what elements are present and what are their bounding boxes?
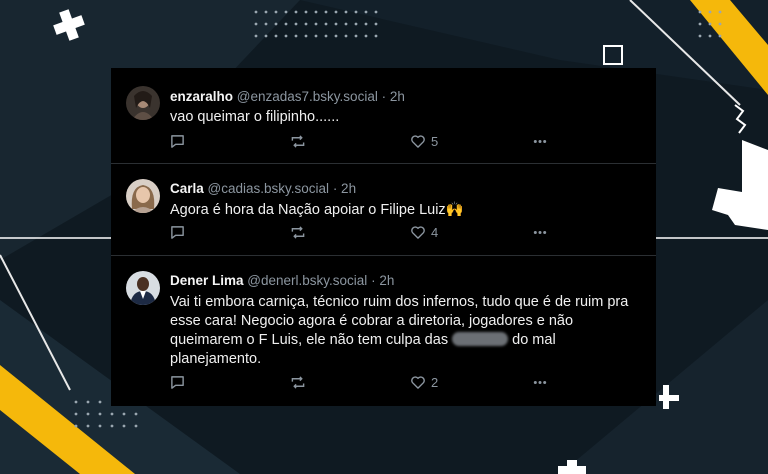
like-icon xyxy=(411,376,425,389)
repost-button[interactable] xyxy=(290,225,306,240)
like-count: 2 xyxy=(431,375,439,390)
more-button[interactable] xyxy=(532,225,548,240)
repost-button[interactable] xyxy=(290,134,306,149)
like-count: 4 xyxy=(431,225,439,240)
post-text: Agora é hora da Nação apoiar o Filipe Lu… xyxy=(170,201,640,220)
reply-button[interactable] xyxy=(170,134,185,149)
like-icon xyxy=(411,226,425,239)
reply-icon xyxy=(171,135,184,148)
more-button[interactable] xyxy=(532,134,548,149)
like-button[interactable]: 2 xyxy=(410,375,438,390)
repost-button[interactable] xyxy=(290,375,306,390)
author-handle[interactable]: @cadias.bsky.social xyxy=(208,181,330,196)
like-count: 5 xyxy=(431,134,439,149)
reply-icon xyxy=(171,226,184,239)
post[interactable]: enzaralho @enzadas7.bsky.social · 2h vao… xyxy=(111,68,656,164)
like-button[interactable]: 4 xyxy=(410,225,438,240)
reply-button[interactable] xyxy=(170,225,185,240)
post-text: vao queimar o filipinho...... xyxy=(170,109,340,125)
posts-card: enzaralho @enzadas7.bsky.social · 2h vao… xyxy=(111,68,656,406)
repost-icon xyxy=(291,376,305,389)
repost-icon xyxy=(291,135,305,148)
post-time[interactable]: · 2h xyxy=(382,89,405,104)
author-handle[interactable]: @denerl.bsky.social xyxy=(247,273,367,288)
post-text: Vai ti embora carniça, técnico ruim dos … xyxy=(170,293,640,369)
reply-button[interactable] xyxy=(170,375,185,390)
post[interactable]: Dener Lima @denerl.bsky.social · 2h Vai … xyxy=(111,255,656,406)
post-time[interactable]: · 2h xyxy=(371,273,394,288)
author-name[interactable]: Carla xyxy=(170,181,204,196)
post[interactable]: Carla @cadias.bsky.social · 2h Agora é h… xyxy=(111,163,656,256)
more-icon xyxy=(533,381,547,384)
post-text-body: Agora é hora da Nação apoiar o Filipe Lu… xyxy=(170,202,446,218)
post-text-body: Vai ti embora carniça, técnico ruim dos … xyxy=(170,294,629,348)
more-icon xyxy=(533,140,547,143)
repost-icon xyxy=(291,226,305,239)
avatar[interactable] xyxy=(126,179,160,213)
blurred-word xyxy=(452,332,509,346)
more-icon xyxy=(533,231,547,234)
post-time[interactable]: · 2h xyxy=(333,181,356,196)
author-handle[interactable]: @enzadas7.bsky.social xyxy=(237,89,378,104)
raised-hands-emoji: 🙌 xyxy=(445,202,464,218)
reply-icon xyxy=(171,376,184,389)
avatar[interactable] xyxy=(126,86,160,120)
avatar[interactable] xyxy=(126,271,160,305)
author-name[interactable]: Dener Lima xyxy=(170,273,244,288)
like-button[interactable]: 5 xyxy=(410,134,438,149)
author-name[interactable]: enzaralho xyxy=(170,89,233,104)
more-button[interactable] xyxy=(532,375,548,390)
like-icon xyxy=(411,135,425,148)
